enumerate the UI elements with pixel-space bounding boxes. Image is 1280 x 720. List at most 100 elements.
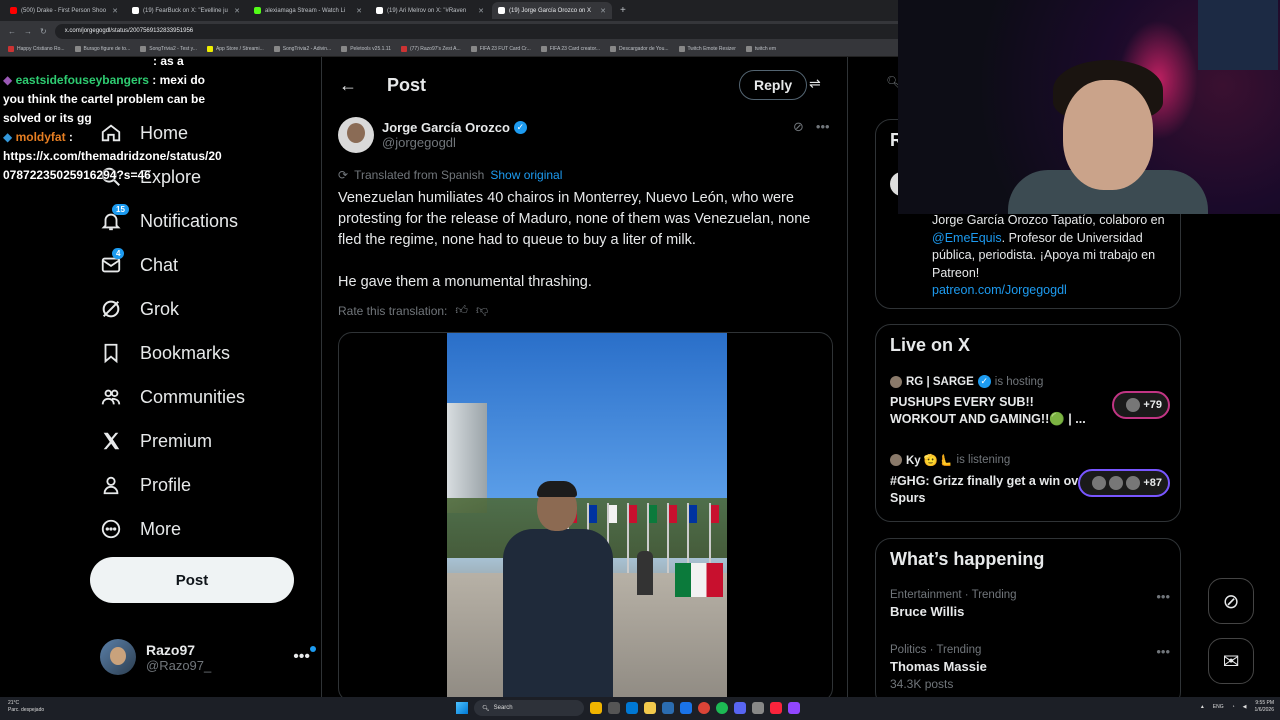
windows-start-icon[interactable] <box>456 702 468 714</box>
browser-tab[interactable]: (19) FearBuck on X: "Evelline ju ✕ <box>126 2 246 19</box>
bookmark-item[interactable]: Peletools v25.1.11 <box>341 45 391 52</box>
app-icon[interactable] <box>770 702 782 714</box>
bookmark-item[interactable]: App Store / Streami... <box>206 45 264 52</box>
grok-fab-icon[interactable]: ⊘ <box>1208 578 1254 624</box>
account-name: Razo97 <box>146 641 196 658</box>
more-options-icon[interactable]: ••• <box>816 119 830 135</box>
url-field[interactable]: x.com/jorgegogdl/status/2007569132833951… <box>54 23 935 39</box>
close-tab-icon[interactable]: ✕ <box>234 7 240 15</box>
forward-nav-icon[interactable]: → <box>24 27 32 36</box>
nav-more[interactable]: More <box>100 513 181 545</box>
mention-link[interactable]: @EmeEquis <box>932 231 1002 245</box>
translation-notice: ⟳ Translated from Spanish Show original <box>338 168 563 182</box>
x-logo-icon <box>103 432 120 450</box>
chat-badge: 4 <box>112 248 125 259</box>
edge-icon[interactable] <box>626 702 638 714</box>
more-options-icon[interactable]: ••• <box>1156 644 1170 659</box>
new-tab-button[interactable]: + <box>614 5 632 16</box>
post-media[interactable] <box>338 332 833 697</box>
x-logo-icon <box>132 7 139 14</box>
kick-icon <box>254 7 261 14</box>
back-arrow-icon[interactable]: ← <box>339 75 357 96</box>
post-button[interactable]: Post <box>90 557 294 603</box>
live-title: PUSHUPS EVERY SUB!! WORKOUT AND GAMING!!… <box>890 395 1086 426</box>
nav-profile[interactable]: Profile <box>100 469 191 501</box>
avatar <box>1109 476 1124 490</box>
nav-communities[interactable]: Communities <box>100 381 245 413</box>
close-tab-icon[interactable]: ✕ <box>600 7 606 15</box>
bookmark-item[interactable]: Descargador de You... <box>610 45 669 52</box>
chrome-icon[interactable] <box>698 702 710 714</box>
nav-chat[interactable]: 4 Chat <box>100 248 178 281</box>
clock[interactable]: 9:55 PM 1/6/2026 <box>1255 700 1274 714</box>
host-avatar <box>890 375 902 388</box>
spotify-icon[interactable] <box>716 702 728 714</box>
more-options-icon[interactable]: ••• <box>293 646 316 666</box>
grok-icon[interactable]: ⊘ <box>793 119 804 135</box>
bookmark-item[interactable]: twitch em <box>745 45 776 52</box>
wifi-icon[interactable]: ◔ <box>1232 704 1235 710</box>
bookmark-item[interactable]: SongTrivia2 - Test y... <box>140 45 197 52</box>
bookmark-item[interactable]: Burago figure de to... <box>74 45 130 52</box>
patreon-link[interactable]: patreon.com/Jorgegogdl <box>932 283 1067 297</box>
chat-username: eastsidefouseybangers <box>15 73 149 87</box>
messages-fab-icon[interactable]: ✉ <box>1208 638 1254 684</box>
live-on-x-card: Live on X RG | SARGE ✓ is hosting PUSHUPS … <box>875 324 1181 522</box>
nav-grok[interactable]: Grok <box>100 293 179 325</box>
app-icon[interactable] <box>590 702 602 714</box>
browser-tab-active[interactable]: (19) Jorge García Orozco on X ✕ <box>492 2 612 19</box>
live-listeners-pill[interactable]: +79 <box>1112 391 1170 419</box>
host-avatar <box>890 454 902 466</box>
live-item[interactable]: Ky 🫡🫷 is listening #GHG: Grizz finally ge… <box>890 453 1170 507</box>
browser-tab[interactable]: alexiamaga Stream - Watch Li ✕ <box>248 2 368 19</box>
reply-button[interactable]: Reply <box>739 70 808 100</box>
nav-premium[interactable]: Premium <box>100 425 212 457</box>
bookmark-item[interactable]: (77) Razo97's Zest A... <box>400 45 461 52</box>
language-indicator[interactable]: ENG <box>1213 704 1224 710</box>
bookmark-item[interactable]: SongTrivia2 - Adivin... <box>273 45 331 52</box>
browser-tab[interactable]: (500) Drake - First Person Shoo ✕ <box>4 2 124 19</box>
author-name[interactable]: Jorge García Orozco <box>382 120 510 135</box>
browser-tab[interactable]: (19) Ari Melrov on X: "#Raven ✕ <box>370 2 490 19</box>
live-listeners-pill[interactable]: +87 <box>1078 469 1170 497</box>
account-handle: @Razo97_ <box>146 657 212 673</box>
filter-settings-icon[interactable]: ⇌ <box>809 75 821 92</box>
thumbs-down-icon[interactable]: 👎︎ <box>476 303 488 318</box>
account-switcher[interactable]: Razo97 @Razo97_ ••• <box>100 639 316 675</box>
chevron-up-icon[interactable]: ▲ <box>1200 704 1205 710</box>
discord-icon[interactable] <box>734 702 746 714</box>
avatar <box>100 639 136 675</box>
post-photo[interactable] <box>447 333 727 697</box>
app-icon[interactable] <box>608 702 620 714</box>
bookmark-item[interactable]: Happy Cristiano Ro... <box>8 45 65 52</box>
bookmark-item[interactable]: FIFA 23 Card creator... <box>540 45 600 52</box>
post-author[interactable]: Jorge García Orozco ✓ @jorgegogdl <box>338 117 527 153</box>
author-avatar[interactable] <box>338 117 374 153</box>
back-nav-icon[interactable]: ← <box>8 27 16 36</box>
nav-bookmarks[interactable]: Bookmarks <box>100 337 230 369</box>
trend-item[interactable]: Entertainment · Trending Bruce Willis ••… <box>890 589 1170 619</box>
bookmark-item[interactable]: FIFA 23 FUT Card Cr... <box>470 45 531 52</box>
store-icon[interactable] <box>662 702 674 714</box>
close-tab-icon[interactable]: ✕ <box>356 7 362 15</box>
show-original-link[interactable]: Show original <box>490 168 562 182</box>
grok-icon <box>102 300 120 318</box>
mail-icon[interactable] <box>680 702 692 714</box>
app-icon[interactable] <box>788 702 800 714</box>
nav-notifications[interactable]: 15 Notifications <box>100 204 238 237</box>
bookmark-item[interactable]: Twitch Emote Resizer <box>678 45 736 52</box>
chat-user-icon: ◆ <box>3 130 13 144</box>
file-explorer-icon[interactable] <box>644 702 656 714</box>
close-tab-icon[interactable]: ✕ <box>112 7 118 15</box>
taskbar-search[interactable]: 🔍︎ Search <box>474 700 584 716</box>
weather-widget[interactable]: 21°C Parc. despejado <box>8 700 44 714</box>
live-item[interactable]: RG | SARGE ✓ is hosting PUSHUPS EVERY SUB!… <box>890 375 1170 428</box>
thumbs-up-icon[interactable]: 👍︎ <box>455 303 468 318</box>
close-tab-icon[interactable]: ✕ <box>478 7 484 15</box>
reload-icon[interactable]: ↻ <box>40 27 47 36</box>
app-icon[interactable] <box>752 702 764 714</box>
volume-icon[interactable]: ◀ <box>1243 704 1247 710</box>
more-options-icon[interactable]: ••• <box>1156 589 1170 604</box>
author-handle[interactable]: @jorgegogdl <box>382 135 527 150</box>
trend-item[interactable]: Politics · Trending Thomas Massie 34.3K … <box>890 644 1170 691</box>
